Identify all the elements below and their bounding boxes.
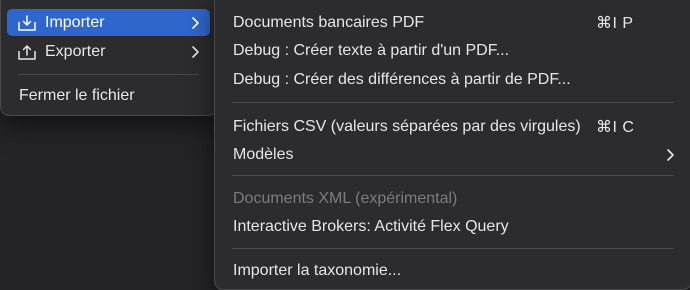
file-menu: Importer Exporter Fermer le fichier <box>0 0 217 116</box>
menu-item-label: Fermer le fichier <box>19 86 135 104</box>
menu-separator <box>232 175 674 176</box>
menu-item-import-taxonomy[interactable]: Importer la taxonomie... <box>221 257 685 284</box>
import-submenu: Documents bancaires PDF ⌘I P Debug : Cré… <box>214 0 690 290</box>
keyboard-shortcut: ⌘I P <box>596 14 634 32</box>
menu-item-label: Modèles <box>233 145 294 163</box>
menu-item-csv-files[interactable]: Fichiers CSV (valeurs séparées par des v… <box>221 113 685 140</box>
menu-item-label: Exporter <box>45 42 106 60</box>
menu-item-label: Debug : Créer texte à partir d'un PDF... <box>233 41 510 59</box>
menu-separator <box>18 74 199 75</box>
menu-item-label: Importer <box>45 13 105 31</box>
menu-item-templates[interactable]: Modèles <box>221 141 685 168</box>
menu-separator <box>232 248 674 249</box>
menu-item-debug-diff-from-pdf[interactable]: Debug : Créer des différences à partir d… <box>221 66 685 93</box>
menu-separator <box>232 102 674 103</box>
menu-item-debug-text-from-pdf[interactable]: Debug : Créer texte à partir d'un PDF... <box>221 37 685 64</box>
menu-item-exporter[interactable]: Exporter <box>7 38 210 65</box>
keyboard-shortcut: ⌘I C <box>596 118 635 136</box>
menu-item-xml-documents: Documents XML (expérimental) <box>221 185 685 212</box>
chevron-right-icon <box>190 16 200 30</box>
chevron-right-icon <box>665 148 675 162</box>
menu-item-fermer-le-fichier[interactable]: Fermer le fichier <box>7 82 210 109</box>
menu-item-label: Importer la taxonomie... <box>233 261 402 279</box>
import-tray-icon <box>17 14 37 32</box>
menu-item-importer[interactable]: Importer <box>7 9 210 36</box>
menu-item-label: Interactive Brokers: Activité Flex Query <box>233 217 509 235</box>
chevron-right-icon <box>190 45 200 59</box>
menu-item-label: Debug : Créer des différences à partir d… <box>233 70 571 88</box>
export-tray-icon <box>17 43 37 61</box>
menu-item-label: Documents XML (expérimental) <box>233 189 458 207</box>
menu-item-interactive-brokers[interactable]: Interactive Brokers: Activité Flex Query <box>221 213 685 240</box>
menu-item-pdf-bank-documents[interactable]: Documents bancaires PDF ⌘I P <box>221 9 685 36</box>
